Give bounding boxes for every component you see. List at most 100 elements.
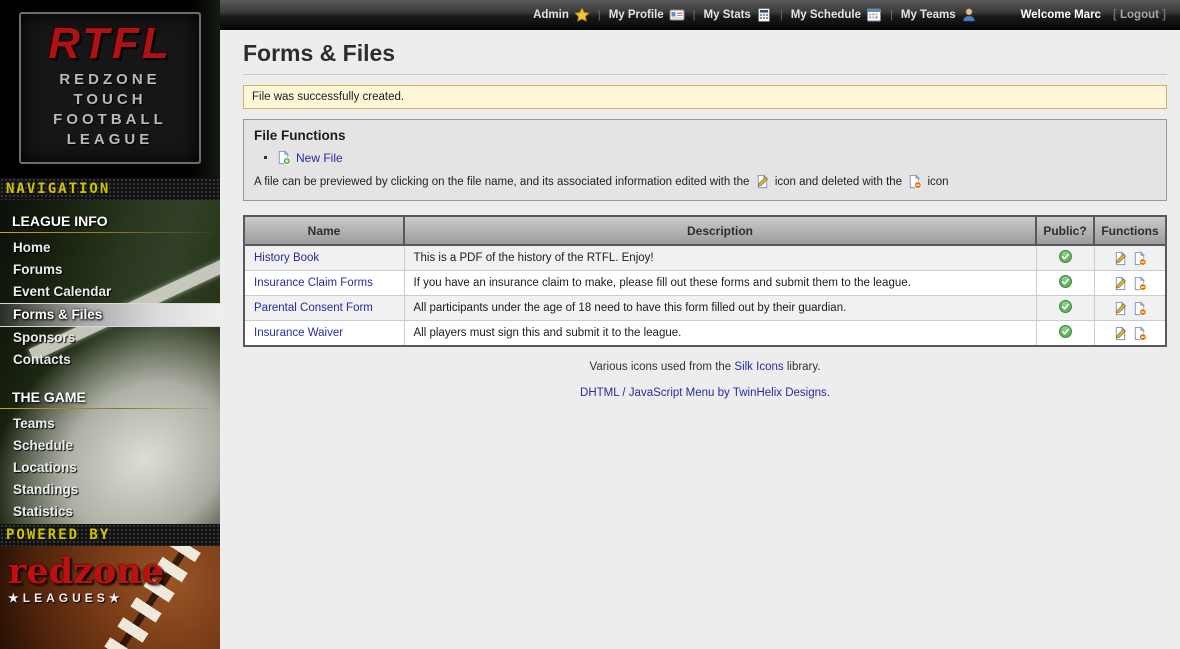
section-underline <box>0 408 220 409</box>
accept-icon <box>1058 249 1073 264</box>
file-link[interactable]: History Book <box>254 252 319 264</box>
success-notice: File was successfully created. <box>243 85 1167 109</box>
logo-line: REDZONE <box>21 70 199 90</box>
sidebar-item-forums[interactable]: Forums <box>0 259 220 281</box>
topbar-item-admin[interactable]: Admin <box>533 7 590 23</box>
twinhelix-link[interactable]: TwinHelix Designs. <box>733 387 830 399</box>
topbar-item-my-schedule[interactable]: My Schedule <box>791 7 882 23</box>
table-row: Parental Consent Form All participants u… <box>244 296 1166 321</box>
logo-section: RTFL REDZONE TOUCH FOOTBALL LEAGUE <box>0 0 220 178</box>
sidebar: RTFL REDZONE TOUCH FOOTBALL LEAGUE NAVIG… <box>0 0 220 649</box>
navigation-strip: NAVIGATION <box>0 178 220 200</box>
header-description: Description <box>404 216 1036 245</box>
page-edit-icon[interactable] <box>1113 326 1128 341</box>
topbar-separator: | <box>780 9 783 21</box>
vcard-icon <box>669 7 685 23</box>
public-status-cell <box>1036 245 1094 271</box>
files-table: Name Description Public? Functions Histo… <box>243 215 1167 347</box>
topbar-item-my-teams[interactable]: My Teams <box>901 7 977 23</box>
file-name-cell: History Book <box>244 245 404 271</box>
file-link[interactable]: Parental Consent Form <box>254 302 373 314</box>
sidebar-item-schedule[interactable]: Schedule <box>0 435 220 457</box>
topbar-separator: | <box>693 9 696 21</box>
sidebar-item-event-calendar[interactable]: Event Calendar <box>0 281 220 303</box>
header-name: Name <box>244 216 404 245</box>
powered-by-strip: POWERED BY <box>0 524 220 546</box>
sidebar-item-home[interactable]: Home <box>0 237 220 259</box>
topbar: Admin | My Profile | My Stats | My Sched… <box>220 0 1180 30</box>
file-description-cell: If you have an insurance claim to make, … <box>404 271 1036 296</box>
credits-line-1: Various icons used from the Silk Icons l… <box>243 361 1167 373</box>
redzone-logo-sub: ★LEAGUES★ <box>8 591 164 605</box>
header-public: Public? <box>1036 216 1094 245</box>
table-row: Insurance Claim Forms If you have an ins… <box>244 271 1166 296</box>
star-icon <box>574 7 590 23</box>
section-underline <box>0 232 220 233</box>
logo-acronym: RTFL <box>21 18 199 70</box>
logo-line: LEAGUE <box>21 130 199 150</box>
page-edit-icon <box>755 174 770 189</box>
file-functions-help: A file can be previewed by clicking on t… <box>254 174 1156 189</box>
file-link[interactable]: Insurance Waiver <box>254 327 343 339</box>
topbar-item-my-stats[interactable]: My Stats <box>704 7 772 23</box>
section-title-league-info: LEAGUE INFO <box>0 200 220 229</box>
page-add-icon[interactable] <box>276 150 291 165</box>
sidebar-item-standings[interactable]: Standings <box>0 479 220 501</box>
title-divider <box>243 74 1167 75</box>
rtfl-logo[interactable]: RTFL REDZONE TOUCH FOOTBALL LEAGUE <box>19 12 201 164</box>
table-header-row: Name Description Public? Functions <box>244 216 1166 245</box>
functions-cell <box>1094 321 1166 347</box>
the-game-list: Teams Schedule Locations Standings Stati… <box>0 413 220 523</box>
redzone-leagues-logo[interactable]: redzone ★LEAGUES★ <box>8 554 164 605</box>
logo-line: FOOTBALL <box>21 110 199 130</box>
sidebar-item-sponsors[interactable]: Sponsors <box>0 327 220 349</box>
silk-icons-link[interactable]: Silk Icons <box>734 361 783 373</box>
new-file-item[interactable]: New File <box>264 150 1156 165</box>
page-edit-icon[interactable] <box>1113 251 1128 266</box>
topbar-separator: | <box>598 9 601 21</box>
football-graphic: redzone ★LEAGUES★ <box>0 546 220 649</box>
new-file-link[interactable]: New File <box>296 151 343 165</box>
file-name-cell: Insurance Waiver <box>244 321 404 347</box>
file-name-cell: Parental Consent Form <box>244 296 404 321</box>
group-icon <box>961 7 977 23</box>
calculator-icon <box>756 7 772 23</box>
sidebar-item-forms-files[interactable]: Forms & Files <box>0 303 220 327</box>
logo-line: TOUCH <box>21 90 199 110</box>
page-delete-icon[interactable] <box>1132 251 1147 266</box>
accept-icon <box>1058 324 1073 339</box>
sidebar-nav: LEAGUE INFO Home Forums Event Calendar F… <box>0 200 220 524</box>
file-functions-box: File Functions New File A file can be pr… <box>243 119 1167 201</box>
page-title: Forms & Files <box>243 40 1167 67</box>
calendar-icon <box>866 7 882 23</box>
header-functions: Functions <box>1094 216 1166 245</box>
welcome-text: Welcome Marc <box>1021 9 1101 21</box>
accept-icon <box>1058 274 1073 289</box>
page-edit-icon[interactable] <box>1113 276 1128 291</box>
dhtml-menu-link[interactable]: DHTML / JavaScript Menu <box>580 387 714 399</box>
table-row: Insurance Waiver All players must sign t… <box>244 321 1166 347</box>
section-title-the-game: THE GAME <box>0 371 220 405</box>
topbar-item-my-profile[interactable]: My Profile <box>609 7 685 23</box>
page-delete-icon[interactable] <box>1132 326 1147 341</box>
league-info-list: Home Forums Event Calendar Forms & Files… <box>0 237 220 371</box>
file-description-cell: This is a PDF of the history of the RTFL… <box>404 245 1036 271</box>
topbar-separator: | <box>890 9 893 21</box>
sidebar-item-locations[interactable]: Locations <box>0 457 220 479</box>
file-link[interactable]: Insurance Claim Forms <box>254 277 373 289</box>
sidebar-item-contacts[interactable]: Contacts <box>0 349 220 371</box>
sidebar-item-statistics[interactable]: Statistics <box>0 501 220 523</box>
file-description-cell: All participants under the age of 18 nee… <box>404 296 1036 321</box>
sidebar-item-teams[interactable]: Teams <box>0 413 220 435</box>
accept-icon <box>1058 299 1073 314</box>
main-content: Forms & Files File was successfully crea… <box>220 30 1180 649</box>
functions-cell <box>1094 296 1166 321</box>
page-delete-icon[interactable] <box>1132 276 1147 291</box>
file-functions-title: File Functions <box>254 128 1156 143</box>
page-delete-icon[interactable] <box>1132 301 1147 316</box>
page-edit-icon[interactable] <box>1113 301 1128 316</box>
public-status-cell <box>1036 296 1094 321</box>
logout-button[interactable]: [ Logout ] <box>1113 9 1166 21</box>
functions-cell <box>1094 245 1166 271</box>
redzone-logo-name: redzone <box>8 554 164 590</box>
